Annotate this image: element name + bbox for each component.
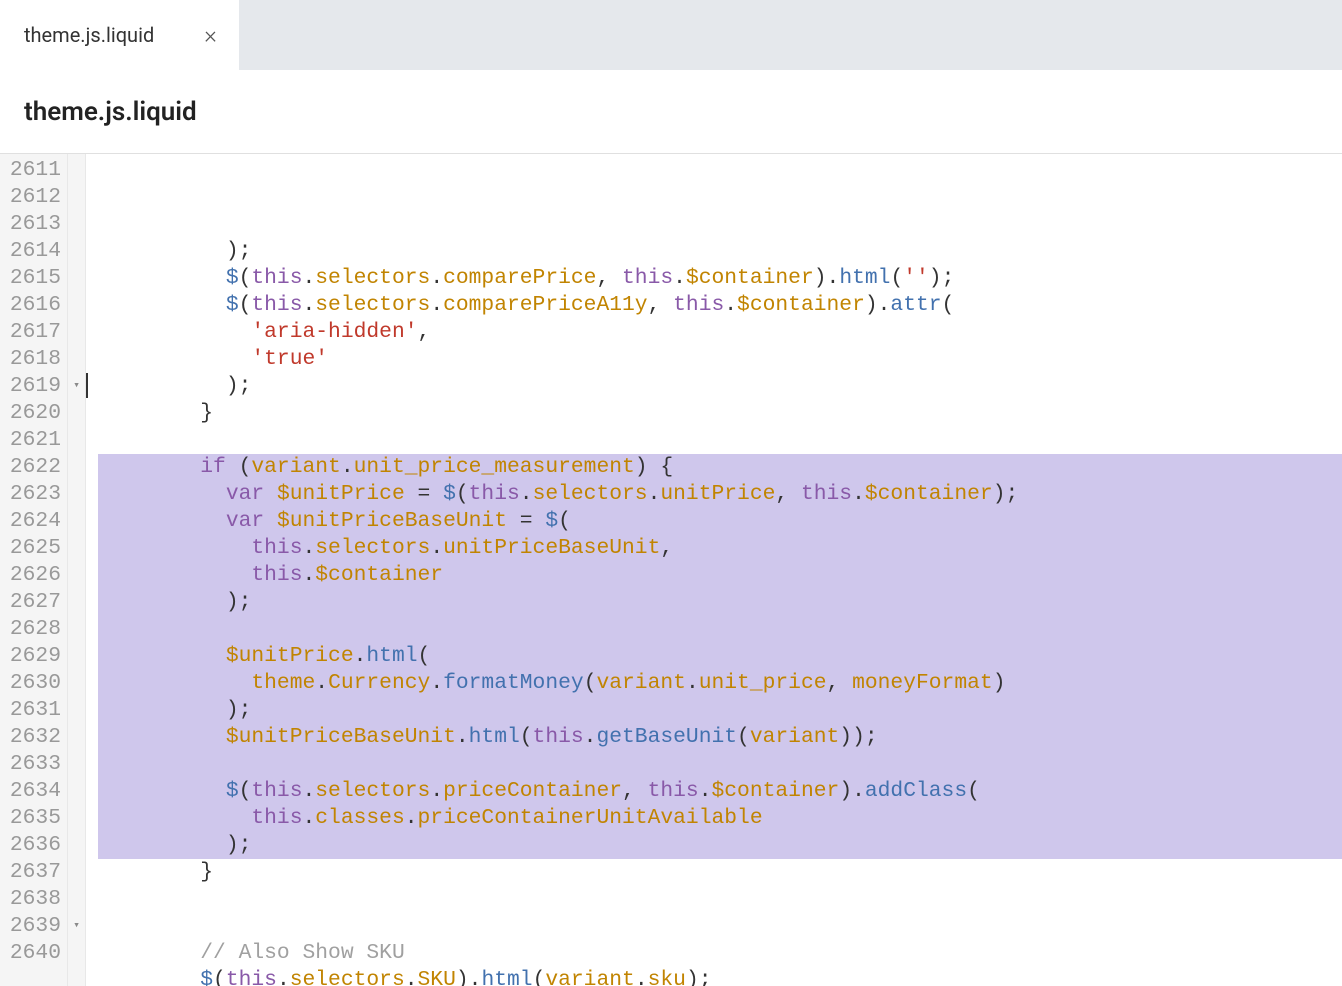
line-number: 2621 [4, 427, 63, 454]
fold-marker[interactable]: ▾ [68, 373, 85, 400]
line-number: 2618 [4, 346, 63, 373]
code-line[interactable]: ); [98, 697, 1342, 724]
code-line[interactable]: $(this.selectors.SKU).html(variant.sku); [98, 967, 1342, 986]
fold-marker [68, 805, 85, 832]
fold-marker [68, 508, 85, 535]
code-line[interactable]: // Also Show SKU [98, 940, 1342, 967]
line-number: 2620 [4, 400, 63, 427]
tab-bar: theme.js.liquid × [0, 0, 1342, 70]
line-number: 2622 [4, 454, 63, 481]
fold-marker [68, 211, 85, 238]
fold-marker [68, 778, 85, 805]
code-line[interactable] [98, 427, 1342, 454]
fold-marker [68, 427, 85, 454]
line-number: 2635 [4, 805, 63, 832]
file-header: theme.js.liquid [0, 70, 1342, 154]
line-number: 2613 [4, 211, 63, 238]
fold-marker [68, 238, 85, 265]
fold-marker [68, 697, 85, 724]
fold-marker [68, 157, 85, 184]
code-line[interactable]: ); [98, 238, 1342, 265]
code-line[interactable]: this.$container [98, 562, 1342, 589]
code-line[interactable]: $unitPrice.html( [98, 643, 1342, 670]
fold-marker [68, 832, 85, 859]
code-line[interactable]: } [98, 400, 1342, 427]
fold-marker [68, 265, 85, 292]
fold-marker [68, 562, 85, 589]
fold-marker [68, 292, 85, 319]
code-line[interactable] [98, 751, 1342, 778]
code-line[interactable]: $(this.selectors.comparePrice, this.$con… [98, 265, 1342, 292]
fold-marker[interactable]: ▾ [68, 913, 85, 940]
line-number: 2630 [4, 670, 63, 697]
line-number: 2637 [4, 859, 63, 886]
code-line[interactable] [98, 886, 1342, 913]
fold-marker [68, 724, 85, 751]
fold-marker [68, 859, 85, 886]
line-number: 2631 [4, 697, 63, 724]
code-line[interactable]: if (variant.unit_price_measurement) { [98, 454, 1342, 481]
tab-theme-js-liquid[interactable]: theme.js.liquid × [0, 0, 239, 70]
line-number: 2616 [4, 292, 63, 319]
code-line[interactable]: var $unitPriceBaseUnit = $( [98, 508, 1342, 535]
code-line[interactable]: ); [98, 589, 1342, 616]
fold-marker [68, 670, 85, 697]
close-icon[interactable]: × [204, 23, 217, 47]
code-line[interactable]: 'true' [98, 346, 1342, 373]
code-line[interactable] [98, 913, 1342, 940]
line-number: 2623 [4, 481, 63, 508]
code-editor[interactable]: 2611261226132614261526162617261826192620… [0, 154, 1342, 986]
line-number: 2627 [4, 589, 63, 616]
line-number: 2625 [4, 535, 63, 562]
code-line[interactable] [98, 616, 1342, 643]
line-number: 2638 [4, 886, 63, 913]
fold-marker [68, 184, 85, 211]
fold-gutter: ▾▾ [68, 154, 86, 986]
line-number: 2614 [4, 238, 63, 265]
text-cursor [86, 373, 88, 398]
fold-marker [68, 454, 85, 481]
line-number: 2619 [4, 373, 63, 400]
fold-marker [68, 589, 85, 616]
line-number: 2612 [4, 184, 63, 211]
line-number: 2640 [4, 940, 63, 967]
fold-marker [68, 535, 85, 562]
code-line[interactable]: } [98, 859, 1342, 886]
line-number: 2624 [4, 508, 63, 535]
line-number: 2636 [4, 832, 63, 859]
fold-marker [68, 616, 85, 643]
fold-marker [68, 940, 85, 967]
code-line[interactable]: this.selectors.unitPriceBaseUnit, [98, 535, 1342, 562]
code-line[interactable]: theme.Currency.formatMoney(variant.unit_… [98, 670, 1342, 697]
line-number: 2639 [4, 913, 63, 940]
code-line[interactable]: $unitPriceBaseUnit.html(this.getBaseUnit… [98, 724, 1342, 751]
line-number: 2617 [4, 319, 63, 346]
fold-marker [68, 346, 85, 373]
code-line[interactable]: this.classes.priceContainerUnitAvailable [98, 805, 1342, 832]
line-number: 2628 [4, 616, 63, 643]
fold-marker [68, 319, 85, 346]
code-line[interactable]: $(this.selectors.comparePriceA11y, this.… [98, 292, 1342, 319]
line-number: 2634 [4, 778, 63, 805]
code-line[interactable]: 'aria-hidden', [98, 319, 1342, 346]
line-number: 2611 [4, 157, 63, 184]
tab-label: theme.js.liquid [24, 23, 154, 47]
fold-marker [68, 751, 85, 778]
line-number: 2629 [4, 643, 63, 670]
code-line[interactable]: ); [98, 373, 1342, 400]
code-line[interactable]: ); [98, 832, 1342, 859]
line-number: 2626 [4, 562, 63, 589]
line-number-gutter: 2611261226132614261526162617261826192620… [0, 154, 68, 986]
line-number: 2615 [4, 265, 63, 292]
line-number: 2632 [4, 724, 63, 751]
fold-marker [68, 400, 85, 427]
code-line[interactable]: $(this.selectors.priceContainer, this.$c… [98, 778, 1342, 805]
fold-marker [68, 886, 85, 913]
code-area[interactable]: ); $(this.selectors.comparePrice, this.$… [86, 154, 1342, 986]
line-number: 2633 [4, 751, 63, 778]
file-title: theme.js.liquid [24, 97, 197, 127]
code-line[interactable]: var $unitPrice = $(this.selectors.unitPr… [98, 481, 1342, 508]
fold-marker [68, 643, 85, 670]
fold-marker [68, 481, 85, 508]
